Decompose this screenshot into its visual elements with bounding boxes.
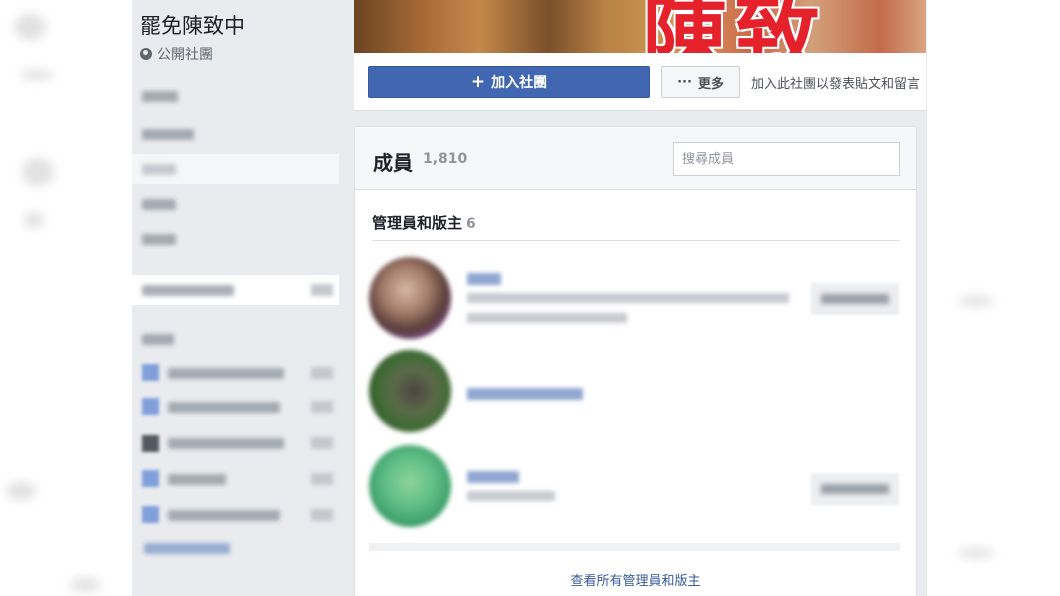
section-divider xyxy=(372,240,900,241)
group-privacy: 公開社團 xyxy=(140,44,213,64)
members-title: 成員 xyxy=(373,151,413,175)
nav-item-label xyxy=(142,199,176,210)
admin-list-item xyxy=(369,445,900,531)
shortcut-badge xyxy=(311,509,333,521)
background-blur xyxy=(70,578,100,592)
sidebar-nav-item[interactable] xyxy=(132,190,339,220)
shortcut-item[interactable] xyxy=(132,428,339,458)
shortcut-label xyxy=(168,438,284,449)
plus-icon: + xyxy=(470,71,486,92)
cover-photo: 陳致 xyxy=(354,0,926,53)
sidebar-nav-item[interactable] xyxy=(132,275,339,305)
admin-name[interactable] xyxy=(467,388,583,400)
join-hint-text: 加入此社團以發表貼文和留言 xyxy=(751,77,921,92)
shortcut-badge xyxy=(311,401,333,413)
background-blur xyxy=(14,14,46,40)
group-sidebar: 罷免陳致中 公開社團 xyxy=(132,0,352,596)
globe-icon xyxy=(140,48,152,60)
group-action-bar: + 加入社團 ··· 更多 加入此社團以發表貼文和留言 xyxy=(354,53,926,111)
more-button[interactable]: ··· 更多 xyxy=(661,66,740,98)
nav-item-label xyxy=(142,164,176,175)
join-button-label: 加入社團 xyxy=(491,75,548,91)
admin-name[interactable] xyxy=(467,273,501,285)
admin-action-button[interactable] xyxy=(811,473,899,505)
members-card: 成員 1,810 管理員和版主6 xyxy=(354,126,917,596)
admin-list-item xyxy=(369,350,900,436)
admin-meta xyxy=(467,293,789,303)
admin-name[interactable] xyxy=(467,471,519,483)
shortcut-item[interactable] xyxy=(132,392,339,422)
admin-action-label xyxy=(821,484,889,494)
shortcut-icon xyxy=(142,364,159,381)
cover-text: 陳致 xyxy=(642,0,826,53)
shortcut-icon xyxy=(142,506,159,523)
sidebar-nav-item[interactable] xyxy=(132,225,339,255)
nav-item-label xyxy=(142,129,194,140)
admin-action-button[interactable] xyxy=(811,283,899,315)
admin-list-item xyxy=(369,257,900,343)
privacy-label: 公開社團 xyxy=(157,47,213,63)
shortcut-item[interactable] xyxy=(132,358,339,388)
shortcut-label xyxy=(168,474,226,485)
search-members-input[interactable] xyxy=(673,142,900,176)
shortcut-badge xyxy=(311,367,333,379)
more-button-label: 更多 xyxy=(697,76,724,92)
card-footer-divider xyxy=(369,543,900,551)
nav-item-badge xyxy=(311,284,333,296)
facebook-group-page: 罷免陳致中 公開社團 陳致 + 加入社團 ··· 更多 加入此社團以發表貼文和留… xyxy=(132,0,927,596)
avatar[interactable] xyxy=(369,350,451,432)
shortcut-label xyxy=(168,402,280,413)
nav-item-label xyxy=(142,91,178,102)
background-blur xyxy=(958,296,994,306)
members-count: 1,810 xyxy=(423,151,468,167)
sidebar-nav-item[interactable] xyxy=(132,154,339,184)
admin-meta xyxy=(467,313,627,323)
background-blur xyxy=(20,70,54,80)
shortcut-badge xyxy=(311,473,333,485)
sidebar-nav-item[interactable] xyxy=(132,82,339,112)
shortcut-badge xyxy=(311,437,333,449)
group-name[interactable]: 罷免陳致中 xyxy=(140,10,245,40)
background-blur xyxy=(22,158,54,186)
see-all-admins-link[interactable]: 查看所有管理員和版主 xyxy=(355,570,916,589)
see-more-label xyxy=(144,543,230,554)
shortcut-icon xyxy=(142,398,159,415)
avatar[interactable] xyxy=(369,445,451,527)
admin-action-label xyxy=(821,294,889,304)
background-blur xyxy=(958,548,994,558)
ellipsis-icon: ··· xyxy=(677,74,692,90)
admins-count: 6 xyxy=(466,216,476,232)
admin-meta xyxy=(467,491,555,501)
see-more-shortcuts[interactable] xyxy=(132,534,339,564)
shortcut-icon xyxy=(142,435,159,452)
shortcut-item[interactable] xyxy=(132,464,339,494)
shortcuts-heading xyxy=(142,334,174,345)
nav-item-label xyxy=(142,285,234,296)
members-header: 成員 1,810 xyxy=(355,127,916,190)
shortcut-item[interactable] xyxy=(132,500,339,530)
avatar[interactable] xyxy=(369,257,451,339)
join-group-button[interactable]: + 加入社團 xyxy=(368,66,650,98)
shortcut-label xyxy=(168,510,280,521)
admins-section-label: 管理員和版主 xyxy=(372,214,463,232)
shortcut-icon xyxy=(142,470,159,487)
nav-item-label xyxy=(142,234,176,245)
background-blur xyxy=(6,482,36,500)
admins-section-title: 管理員和版主 6 xyxy=(372,212,476,233)
sidebar-nav-item[interactable] xyxy=(132,120,339,150)
shortcut-label xyxy=(168,368,284,379)
background-blur xyxy=(24,212,44,228)
